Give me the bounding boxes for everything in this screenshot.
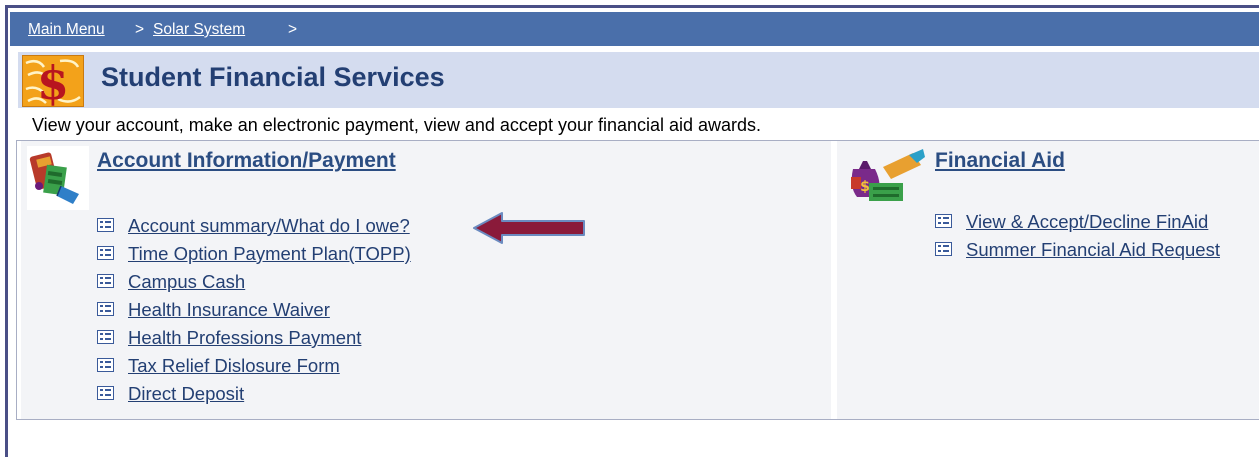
- direct-deposit-link[interactable]: Direct Deposit: [128, 383, 244, 405]
- menu-item-icon: [97, 274, 114, 288]
- breadcrumb: Main Menu > Solar System >: [10, 12, 1259, 46]
- arrow-left-icon: [473, 212, 585, 244]
- account-summary-link[interactable]: Account summary/What do I owe?: [128, 215, 410, 237]
- menu-item-icon: [97, 218, 114, 232]
- breadcrumb-main-menu-link[interactable]: Main Menu: [28, 21, 105, 39]
- health-insurance-waiver-link[interactable]: Health Insurance Waiver: [128, 299, 330, 321]
- content-panel: Account Information/Payment Account summ…: [16, 140, 1259, 420]
- page-description: View your account, make an electronic pa…: [32, 115, 762, 135]
- menu-item-icon: [97, 386, 114, 400]
- menu-item-icon: [97, 330, 114, 344]
- menu-item-icon: [97, 302, 114, 316]
- money-wallet-icon: [27, 146, 89, 210]
- svg-text:$: $: [37, 56, 69, 107]
- money-bag-icon: $: [851, 149, 925, 201]
- view-accept-decline-finaid-link[interactable]: View & Accept/Decline FinAid: [966, 211, 1208, 233]
- account-section: Account Information/Payment Account summ…: [21, 141, 831, 419]
- breadcrumb-separator: >: [288, 21, 298, 38]
- financial-aid-section: $ Financial Aid View & Accept/Decline Fi…: [837, 141, 1259, 419]
- breadcrumb-separator: >: [135, 21, 145, 38]
- summer-financial-aid-request-link[interactable]: Summer Financial Aid Request: [966, 239, 1220, 261]
- menu-item-icon: [97, 246, 114, 260]
- menu-item-icon: [97, 358, 114, 372]
- menu-item-icon: [935, 214, 952, 228]
- page-header: $ Student Financial Services: [18, 52, 1259, 108]
- page-title: Student Financial Services: [101, 62, 445, 92]
- health-professions-payment-link[interactable]: Health Professions Payment: [128, 327, 361, 349]
- financial-aid-heading[interactable]: Financial Aid: [935, 149, 1065, 173]
- breadcrumb-solar-system-link[interactable]: Solar System: [153, 21, 245, 39]
- time-option-payment-plan-link[interactable]: Time Option Payment Plan(TOPP): [128, 243, 411, 265]
- tax-relief-disclosure-form-link[interactable]: Tax Relief Dislosure Form: [128, 355, 340, 377]
- svg-text:$: $: [860, 179, 870, 195]
- campus-cash-link[interactable]: Campus Cash: [128, 271, 245, 293]
- account-information-heading[interactable]: Account Information/Payment: [97, 149, 396, 173]
- menu-item-icon: [935, 242, 952, 256]
- dollar-sign-icon: $: [22, 55, 84, 107]
